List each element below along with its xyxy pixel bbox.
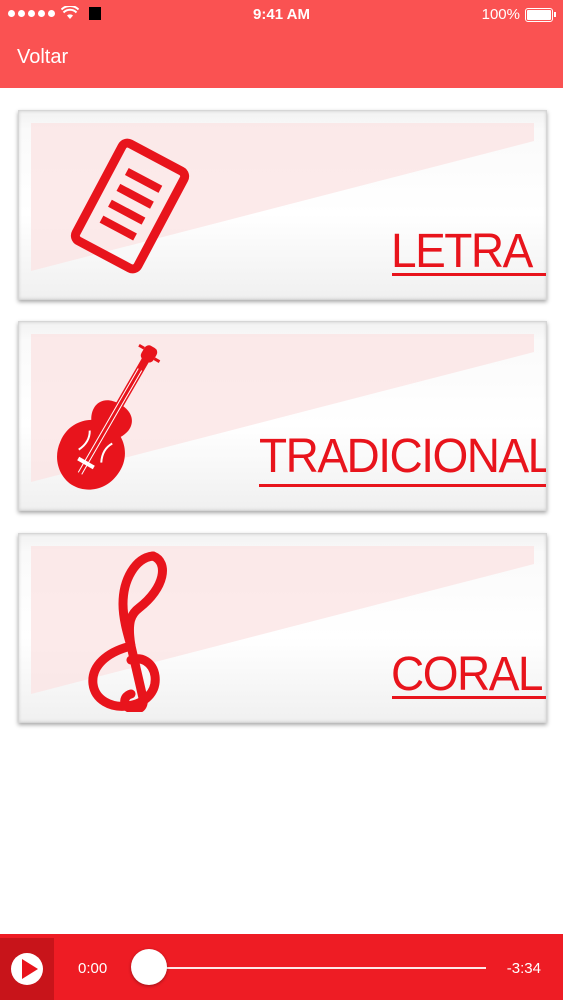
menu-card-letra[interactable]: LETRA [18,110,547,300]
status-bar: 9:41 AM 100% [0,0,563,30]
menu-label: LETRA [391,222,533,278]
battery-icon [525,7,556,22]
remaining-time: -3:34 [506,960,541,977]
treble-clef-icon [88,551,167,712]
battery-percent: 100% [481,6,520,23]
play-icon [11,953,43,985]
status-time: 9:41 AM [253,6,310,23]
label-underline [392,696,546,699]
label-underline [259,484,546,487]
menu-label: CORAL [391,645,543,701]
menu-card-coral[interactable]: CORAL [18,533,547,723]
elapsed-time: 0:00 [78,960,108,977]
lyrics-document-icon [70,138,190,274]
menu-card-tradicional[interactable]: TRADICIONAL [18,321,547,511]
menu-label: TRADICIONAL [259,427,547,483]
progress-slider-thumb[interactable] [131,949,167,985]
navigation-bar: Voltar [0,30,563,88]
status-right: 100% [481,6,556,23]
play-button[interactable] [0,938,54,1000]
progress-track[interactable] [150,967,486,969]
violin-icon [57,343,161,490]
back-button[interactable]: Voltar [17,46,68,69]
label-underline [392,273,546,276]
audio-player-bar: 0:00 -3:34 [0,934,563,1000]
